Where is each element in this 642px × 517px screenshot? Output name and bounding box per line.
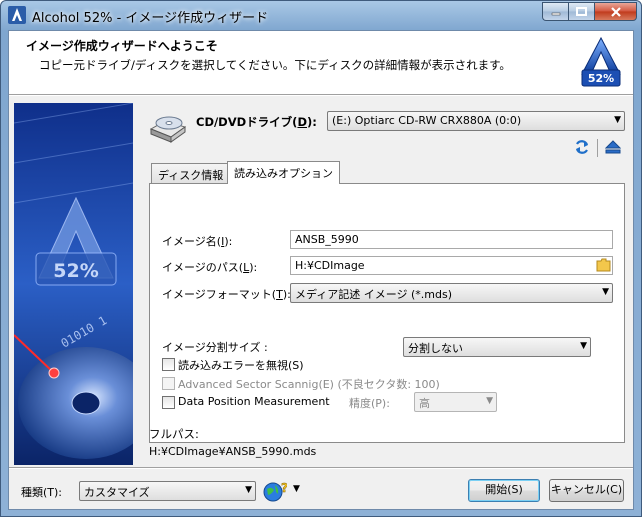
precision-select[interactable]: 高 ▼	[414, 392, 497, 412]
folder-icon[interactable]	[596, 258, 611, 272]
cd-drive-icon	[149, 116, 187, 143]
start-button[interactable]: 開始(S)	[468, 479, 540, 502]
ignore-errors-label: 読み込みエラーを無視(S)	[178, 359, 304, 372]
image-name-label-post: ):	[224, 235, 233, 248]
tab-disc-info[interactable]: ディスク情報	[151, 163, 231, 183]
ignore-errors-checkbox[interactable]	[162, 358, 175, 371]
drive-label-key: D	[297, 115, 307, 129]
image-path-label-post: ):	[249, 261, 258, 274]
wizard-subtitle: コピー元ドライブ/ディスクを選択してください。下にディスクの詳細情報が表示されま…	[39, 58, 511, 72]
chevron-down-icon: ▼	[580, 341, 587, 351]
full-path-label: フルパス:	[149, 427, 199, 441]
chevron-down-icon: ▼	[486, 396, 493, 406]
image-path-input[interactable]: H:¥CDImage	[290, 256, 613, 275]
drive-label-pre: CD/DVDドライブ(	[196, 115, 298, 129]
drive-select-value: (E:) Optiarc CD-RW CRX880A (0:0)	[332, 114, 522, 127]
logo-text: 52%	[588, 72, 614, 85]
side-banner-image: 52% 01010 1	[14, 103, 133, 465]
full-path-value: H:¥CDImage¥ANSB_5990.mds	[149, 445, 317, 458]
type-value: カスタマイズ	[84, 486, 150, 499]
type-select[interactable]: カスタマイズ ▼	[79, 481, 256, 501]
dialog-client: イメージ作成ウィザードへようこそ コピー元ドライブ/ディスクを選択してください。…	[8, 30, 634, 510]
refresh-icon[interactable]	[574, 139, 590, 155]
help-dropdown-icon[interactable]: ▼	[293, 484, 300, 494]
precision-label: 精度(P):	[349, 397, 390, 410]
image-path-label-text: イメージのパス(	[162, 261, 244, 274]
minimize-icon	[551, 12, 560, 15]
alcohol-app-icon	[8, 6, 26, 24]
dpm-checkbox[interactable]	[162, 396, 175, 409]
image-format-label-key: T	[276, 288, 283, 301]
svg-text:?: ?	[281, 481, 287, 495]
help-globe-icon[interactable]: ?	[263, 480, 287, 502]
image-format-label: イメージフォーマット(T):	[162, 286, 291, 302]
maximize-icon	[576, 7, 587, 16]
banner-text: 52%	[53, 260, 98, 282]
chevron-down-icon: ▼	[614, 115, 621, 125]
tab-disc-info-label: ディスク情報	[158, 169, 224, 182]
image-name-input[interactable]: ANSB_5990	[290, 230, 613, 249]
split-size-label: イメージ分割サイズ :	[162, 341, 268, 354]
image-format-select[interactable]: メディア記述 イメージ (*.mds) ▼	[290, 283, 613, 303]
read-options-panel: イメージ名(I): ANSB_5990 イメージのパス(L): H:¥CDIma…	[149, 183, 625, 443]
app-window: Alcohol 52% - イメージ作成ウィザード イメージ作成ウィザードへよう…	[0, 0, 642, 517]
footer-divider	[9, 467, 633, 469]
close-icon	[610, 6, 621, 17]
split-size-select[interactable]: 分割しない ▼	[403, 337, 591, 357]
image-name-label: イメージ名(I):	[162, 233, 232, 249]
precision-value: 高	[419, 397, 430, 410]
cancel-button[interactable]: キャンセル(C)	[549, 479, 624, 502]
advanced-sector-label: Advanced Sector Scannig(E) (不良セクタ数: 100)	[178, 378, 440, 391]
window-title: Alcohol 52% - イメージ作成ウィザード	[32, 11, 269, 26]
caption-buttons	[542, 2, 637, 22]
split-size-value: 分割しない	[408, 342, 463, 355]
wizard-header: イメージ作成ウィザードへようこそ コピー元ドライブ/ディスクを選択してください。…	[9, 31, 633, 94]
chevron-down-icon: ▼	[245, 485, 252, 495]
drive-label: CD/DVDドライブ(D):	[196, 114, 317, 130]
minimize-button[interactable]	[542, 2, 568, 21]
dpm-label: Data Position Measurement	[178, 395, 330, 408]
image-path-value: H:¥CDImage	[295, 259, 365, 272]
tab-read-options[interactable]: 読み込みオプション	[227, 161, 340, 184]
maximize-button[interactable]	[568, 2, 594, 21]
eject-icon[interactable]	[605, 140, 621, 154]
image-path-label: イメージのパス(L):	[162, 259, 257, 275]
advanced-sector-checkbox[interactable]	[162, 377, 175, 390]
image-name-label-text: イメージ名(	[162, 235, 222, 248]
side-banner-graphic: 52% 01010 1	[14, 103, 133, 465]
type-label: 種類(T):	[21, 486, 63, 499]
image-format-value: メディア記述 イメージ (*.mds)	[295, 288, 453, 301]
wizard-title: イメージ作成ウィザードへようこそ	[26, 39, 218, 53]
toolbar-divider	[597, 139, 598, 157]
tab-read-options-label: 読み込みオプション	[234, 167, 333, 180]
title-bar[interactable]: Alcohol 52% - イメージ作成ウィザード	[1, 1, 641, 29]
drive-label-post: ):	[306, 115, 317, 129]
close-button[interactable]	[594, 2, 637, 21]
header-divider	[9, 94, 633, 96]
image-format-label-text: イメージフォーマット(	[162, 288, 277, 301]
alcohol-logo-icon: 52%	[581, 36, 621, 87]
chevron-down-icon: ▼	[602, 287, 609, 297]
drive-select[interactable]: (E:) Optiarc CD-RW CRX880A (0:0) ▼	[327, 111, 625, 131]
